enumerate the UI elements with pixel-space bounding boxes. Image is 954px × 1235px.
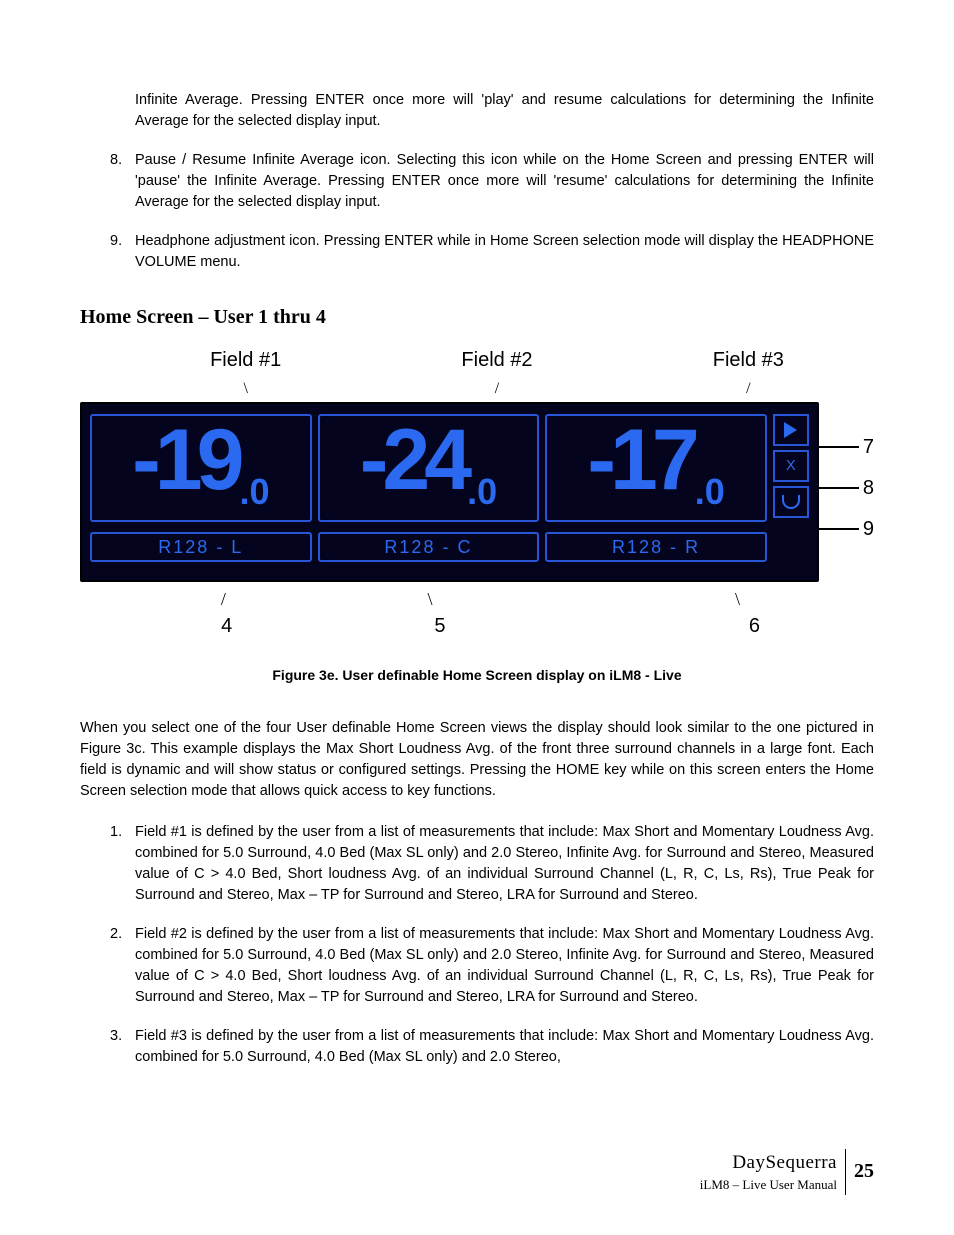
list-text: Headphone adjustment icon. Pressing ENTE…: [135, 231, 874, 273]
list-number: 9.: [110, 231, 135, 273]
readout-decimal: .0: [467, 474, 497, 520]
paragraph-user-definable: When you select one of the four User def…: [80, 718, 874, 802]
reset-icon: X: [773, 450, 809, 482]
callout-7: 7: [863, 433, 874, 462]
page-number: 25: [846, 1157, 874, 1186]
list-item-3: 3. Field #3 is defined by the user from …: [110, 1026, 874, 1068]
paragraph-infinite-avg-cont: Infinite Average. Pressing ENTER once mo…: [135, 90, 874, 132]
play-icon: [773, 414, 809, 446]
readout-value: -24: [360, 422, 466, 499]
callout-9: 9: [863, 515, 874, 544]
callout-5: 5: [333, 612, 546, 641]
list-number: 1.: [110, 822, 135, 906]
callout-8: 8: [863, 474, 874, 503]
label-field-1: Field #1: [120, 346, 371, 375]
under-label-5: R128 - C: [318, 532, 540, 562]
page-footer: DaySequerra iLM8 – Live User Manual 25: [700, 1149, 874, 1195]
list-number: 2.: [110, 924, 135, 1008]
list-number: 3.: [110, 1026, 135, 1068]
readout-field-1: -19 .0: [90, 414, 312, 522]
readout-field-3: -17 .0: [545, 414, 767, 522]
list-text: Field #2 is defined by the user from a l…: [135, 924, 874, 1008]
right-callouts: 7 8 9: [819, 433, 874, 544]
readout-decimal: .0: [695, 474, 725, 520]
under-label-4: R128 - L: [90, 532, 312, 562]
list-item-1: 1. Field #1 is defined by the user from …: [110, 822, 874, 906]
list-text: Field #1 is defined by the user from a l…: [135, 822, 874, 906]
readout-value: -19: [132, 422, 238, 499]
callout-lines-bottom: /\\: [120, 586, 820, 612]
device-screen: -19 .0 -24 .0 -17 .0 X R128 - L: [80, 402, 819, 582]
bottom-callout-numbers: 4 5 6: [120, 612, 820, 641]
list-item-8: 8. Pause / Resume Infinite Average icon.…: [110, 150, 874, 213]
list-item-9: 9. Headphone adjustment icon. Pressing E…: [110, 231, 874, 273]
readout-field-2: -24 .0: [318, 414, 540, 522]
under-label-6: R128 - R: [545, 532, 767, 562]
label-field-2: Field #2: [371, 346, 622, 375]
section-heading-home-screen: Home Screen – User 1 thru 4: [80, 303, 874, 332]
figure-caption: Figure 3e. User definable Home Screen di…: [80, 665, 874, 685]
callout-6: 6: [547, 612, 820, 641]
footer-manual-title: iLM8 – Live User Manual: [700, 1176, 837, 1195]
readout-decimal: .0: [239, 474, 269, 520]
callout-lines-top: \//: [120, 377, 874, 400]
headphone-icon: [773, 486, 809, 518]
list-text: Field #3 is defined by the user from a l…: [135, 1026, 874, 1068]
list-text: Pause / Resume Infinite Average icon. Se…: [135, 150, 874, 213]
readout-value: -17: [587, 422, 693, 499]
callout-4: 4: [120, 612, 333, 641]
figure-top-labels: Field #1 Field #2 Field #3: [120, 346, 874, 375]
label-field-3: Field #3: [623, 346, 874, 375]
list-number: 8.: [110, 150, 135, 213]
side-icon-column: X: [773, 414, 809, 522]
figure-3e: Field #1 Field #2 Field #3 \// -19 .0 -2…: [80, 346, 874, 686]
list-item-2: 2. Field #2 is defined by the user from …: [110, 924, 874, 1008]
footer-brand: DaySequerra: [732, 1149, 837, 1177]
